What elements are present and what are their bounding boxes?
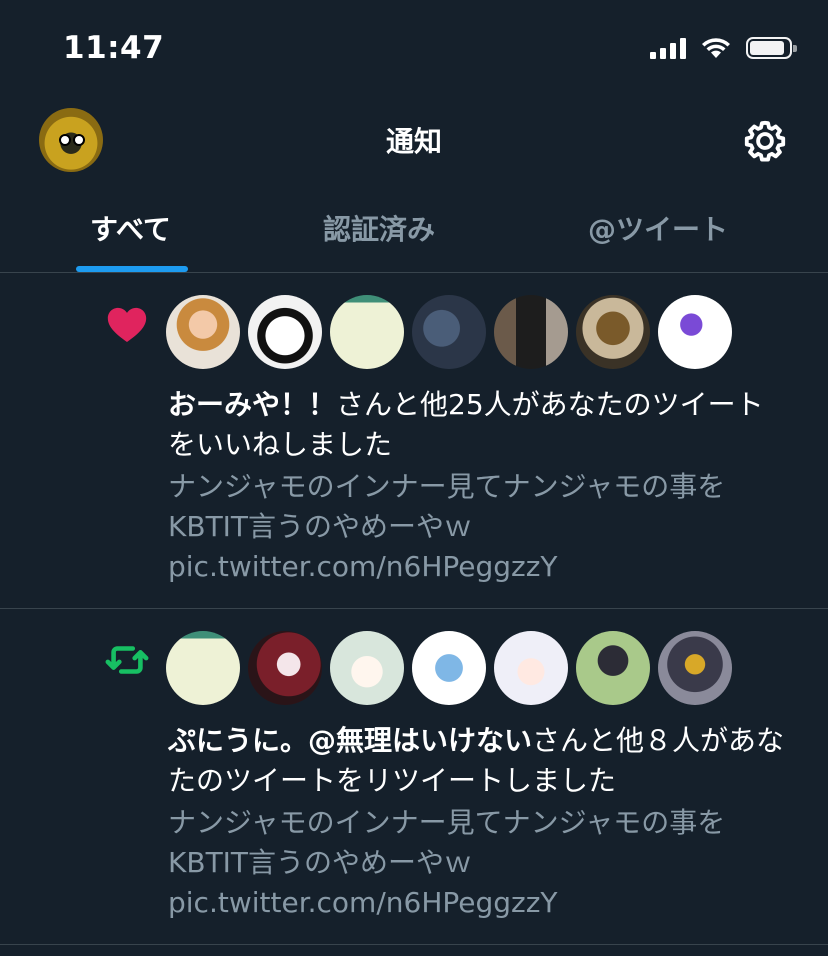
header: 通知 [0,100,828,180]
avatar[interactable] [166,295,240,369]
notification-like[interactable]: おーみや！！さんと他25人があなたのツイートをいいねしました ナンジャモのインナ… [0,273,828,609]
tab-mentions[interactable]: @ツイート [588,208,728,248]
avatar[interactable] [576,295,650,369]
avatar[interactable] [658,631,732,705]
tweet-preview[interactable]: ナンジャモのインナー見てナンジャモの事をKBTIT言うのやめーやｗ pic.tw… [168,803,788,923]
avatar[interactable] [330,295,404,369]
heart-icon [107,307,147,343]
avatar[interactable] [248,295,322,369]
active-tab-indicator [76,266,188,272]
avatar[interactable] [166,631,240,705]
page-title: 通知 [385,125,442,158]
actor-name[interactable]: ぷにうに。@無理はいけない [168,724,532,757]
liker-avatars [166,295,732,369]
retweeter-avatars [166,631,732,705]
avatar[interactable] [330,631,404,705]
status-time: 11:47 [63,30,165,66]
status-bar: 11:47 [0,0,828,100]
avatar[interactable] [494,631,568,705]
notification-text: おーみや！！さんと他25人があなたのツイートをいいねしました [168,385,788,465]
settings-gear-icon[interactable] [742,118,788,164]
status-icons [650,36,797,60]
wifi-icon [702,38,730,58]
avatar[interactable] [412,631,486,705]
notification-retweet[interactable]: ぷにうに。@無理はいけないさんと他８人があなたのツイートをリツイートしました ナ… [0,609,828,945]
notification-text: ぷにうに。@無理はいけないさんと他８人があなたのツイートをリツイートしました [168,721,788,801]
tweet-preview[interactable]: ナンジャモのインナー見てナンジャモの事をKBTIT言うのやめーやｗ pic.tw… [168,467,788,587]
tab-verified[interactable]: 認証済み [323,208,435,248]
avatar[interactable] [412,295,486,369]
retweet-icon [105,646,149,674]
avatar[interactable] [658,295,732,369]
battery-icon [746,37,797,59]
tab-all[interactable]: すべて [90,208,171,248]
cellular-signal-icon [650,37,686,59]
actor-name[interactable]: おーみや！！ [168,388,336,421]
avatar[interactable] [576,631,650,705]
notification-tabs: すべて 認証済み @ツイート [0,190,828,273]
avatar[interactable] [248,631,322,705]
avatar[interactable] [494,295,568,369]
